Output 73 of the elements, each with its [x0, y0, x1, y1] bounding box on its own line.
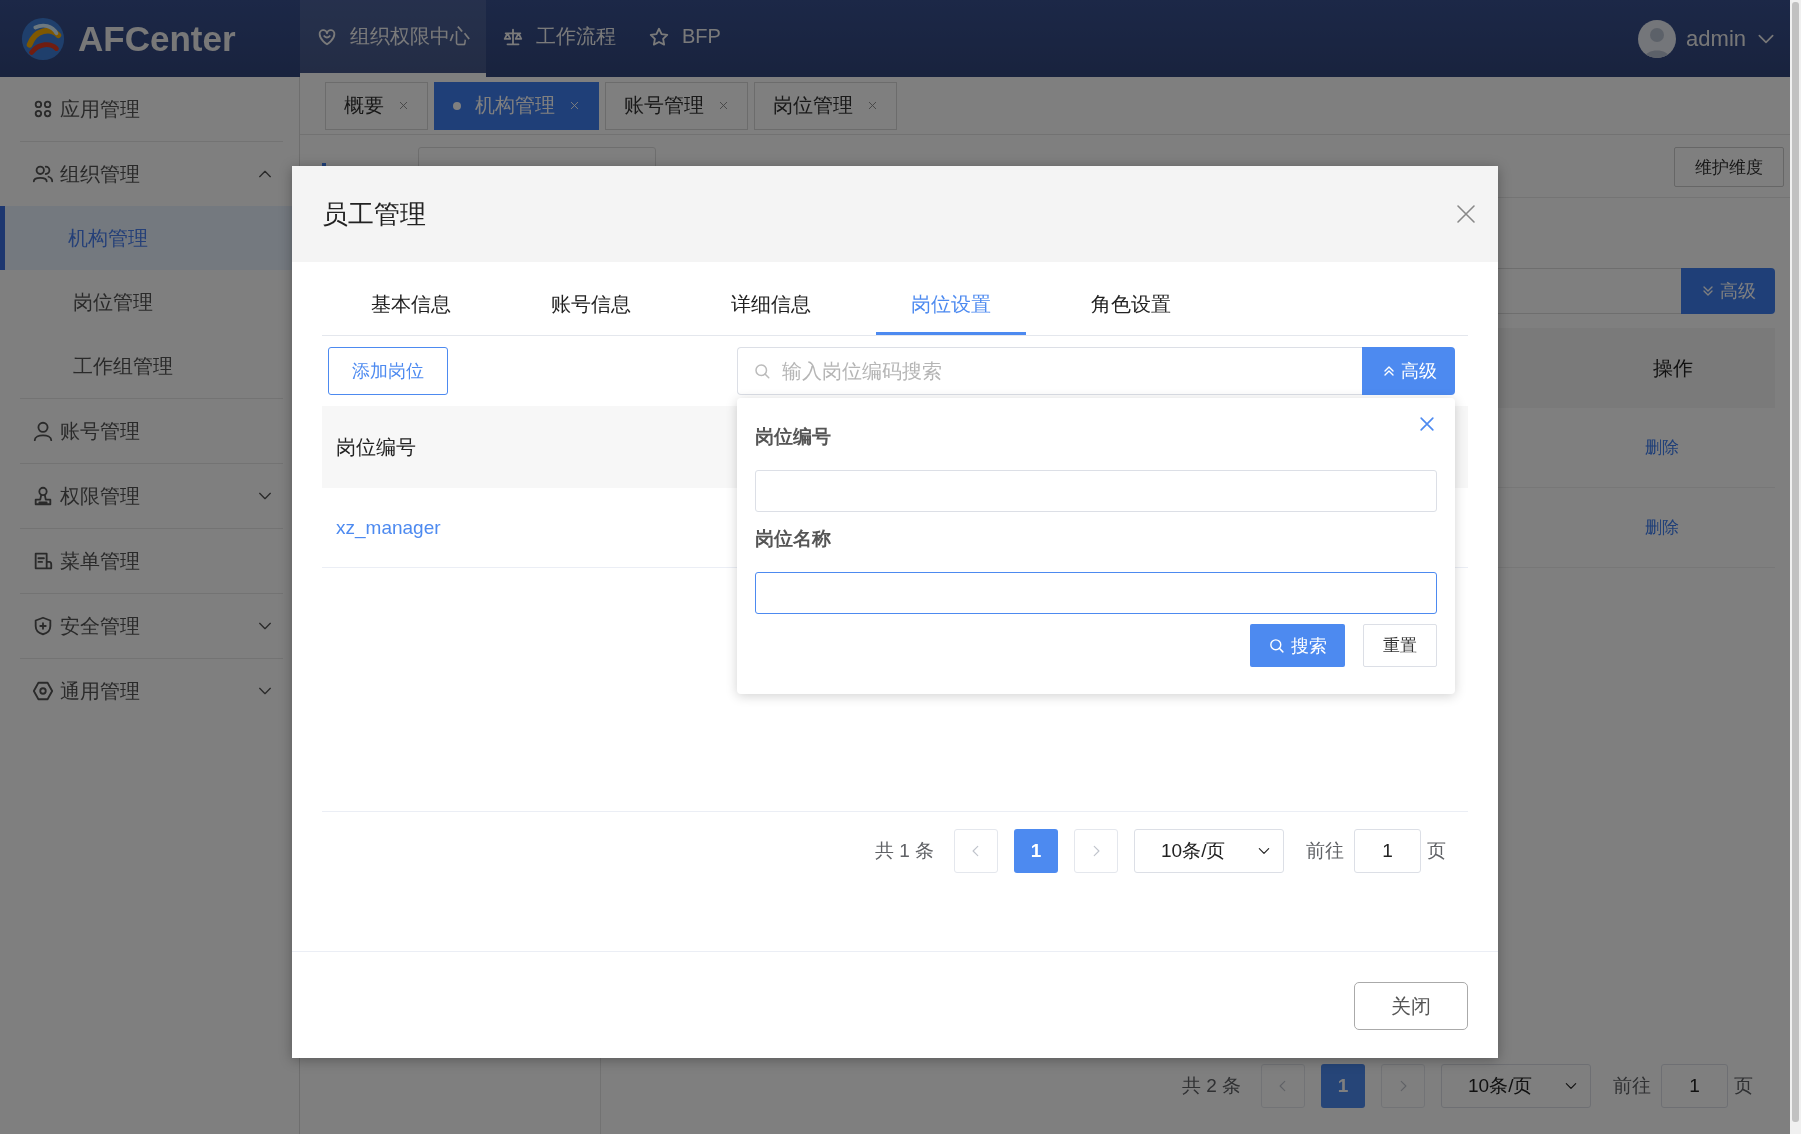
- total-count: 共 2 条: [1181, 1074, 1241, 1098]
- close-icon[interactable]: [1417, 414, 1437, 434]
- close-icon: [569, 100, 580, 111]
- close-icon[interactable]: [1454, 202, 1478, 226]
- close-button[interactable]: 关闭: [1354, 982, 1468, 1030]
- stamp-icon: [32, 485, 54, 507]
- dialog-title: 员工管理: [322, 197, 426, 231]
- person-icon: [32, 420, 54, 442]
- user-name[interactable]: admin: [1686, 25, 1746, 52]
- advanced-button[interactable]: 高级: [1681, 268, 1775, 314]
- page-label: 页: [1734, 1074, 1753, 1098]
- previous-page-button[interactable]: [1261, 1064, 1305, 1108]
- field-label: 岗位编号: [755, 425, 831, 449]
- column-header: 操作: [1653, 355, 1693, 381]
- search-icon: [1268, 637, 1285, 654]
- dialog-tab[interactable]: 角色设置: [1056, 262, 1206, 335]
- page-tab[interactable]: 机构管理: [434, 81, 599, 130]
- shield-icon: [32, 615, 54, 637]
- dialog-tab[interactable]: 账号信息: [516, 262, 666, 335]
- page-tab[interactable]: 概要: [325, 81, 428, 130]
- input-field[interactable]: [755, 572, 1437, 614]
- page-size-select[interactable]: 10条/页: [1134, 829, 1284, 873]
- grid-icon: [32, 98, 54, 120]
- close-icon: [718, 100, 729, 111]
- page-size-select[interactable]: 10条/页: [1441, 1064, 1591, 1108]
- dialog-tab[interactable]: 基本信息: [336, 262, 486, 335]
- menu-item[interactable]: 应用管理: [0, 77, 299, 141]
- settings-icon: [32, 680, 54, 702]
- page-button[interactable]: 1: [1014, 829, 1058, 873]
- delete-link[interactable]: 删除: [1645, 436, 1679, 459]
- search-icon: [753, 362, 771, 380]
- menu-item[interactable]: 通用管理: [0, 659, 299, 723]
- delete-link[interactable]: 删除: [1645, 516, 1679, 539]
- page-input[interactable]: 1: [1661, 1064, 1728, 1108]
- people-icon: [32, 163, 54, 185]
- scrollbar[interactable]: [1792, 2, 1799, 1122]
- page-tab[interactable]: 岗位管理: [754, 81, 897, 130]
- document-icon: [32, 550, 54, 572]
- menu-item[interactable]: 菜单管理: [0, 529, 299, 593]
- previous-page-button[interactable]: [954, 829, 998, 873]
- position-code-link[interactable]: xz_manager: [336, 516, 441, 539]
- page-tab[interactable]: 账号管理: [605, 81, 748, 130]
- page-button[interactable]: 1: [1321, 1064, 1365, 1108]
- field-label: 岗位名称: [755, 527, 831, 551]
- goto-label: 前往: [1613, 1074, 1651, 1098]
- maintain-button[interactable]: 维护维度: [1674, 147, 1784, 187]
- total-count: 共 1 条: [874, 839, 934, 863]
- avatar[interactable]: [1638, 19, 1677, 58]
- search-field[interactable]: 输入岗位编码搜索: [737, 347, 1362, 395]
- search-button[interactable]: 搜索: [1250, 624, 1345, 667]
- menu-item[interactable]: 账号管理: [0, 399, 299, 463]
- goto-label: 前往: [1306, 839, 1344, 863]
- page-label: 页: [1427, 839, 1446, 863]
- add-button[interactable]: 添加岗位: [328, 347, 448, 395]
- star-icon: [648, 25, 670, 48]
- menu-item[interactable]: 安全管理: [0, 594, 299, 658]
- page-input[interactable]: 1: [1354, 829, 1421, 873]
- menu-item[interactable]: 权限管理: [0, 464, 299, 528]
- dot-icon: [453, 101, 461, 110]
- nav-tab[interactable]: BFP: [632, 0, 737, 77]
- reset-button[interactable]: 重置: [1363, 624, 1437, 667]
- close-icon: [398, 100, 409, 111]
- app-logo-text: AFCenter: [78, 18, 236, 59]
- nav-tab[interactable]: 工作流程: [486, 0, 632, 77]
- next-page-button[interactable]: [1074, 829, 1118, 873]
- column-header: 岗位编号: [336, 434, 416, 460]
- next-page-button[interactable]: [1381, 1064, 1425, 1108]
- dialog-tab[interactable]: 详细信息: [696, 262, 846, 335]
- logo-icon: [20, 15, 66, 62]
- menu-item[interactable]: 组织管理: [0, 142, 299, 206]
- advanced-button[interactable]: 高级: [1362, 347, 1455, 395]
- close-icon: [867, 100, 878, 111]
- dialog-tab[interactable]: 岗位设置: [876, 262, 1026, 335]
